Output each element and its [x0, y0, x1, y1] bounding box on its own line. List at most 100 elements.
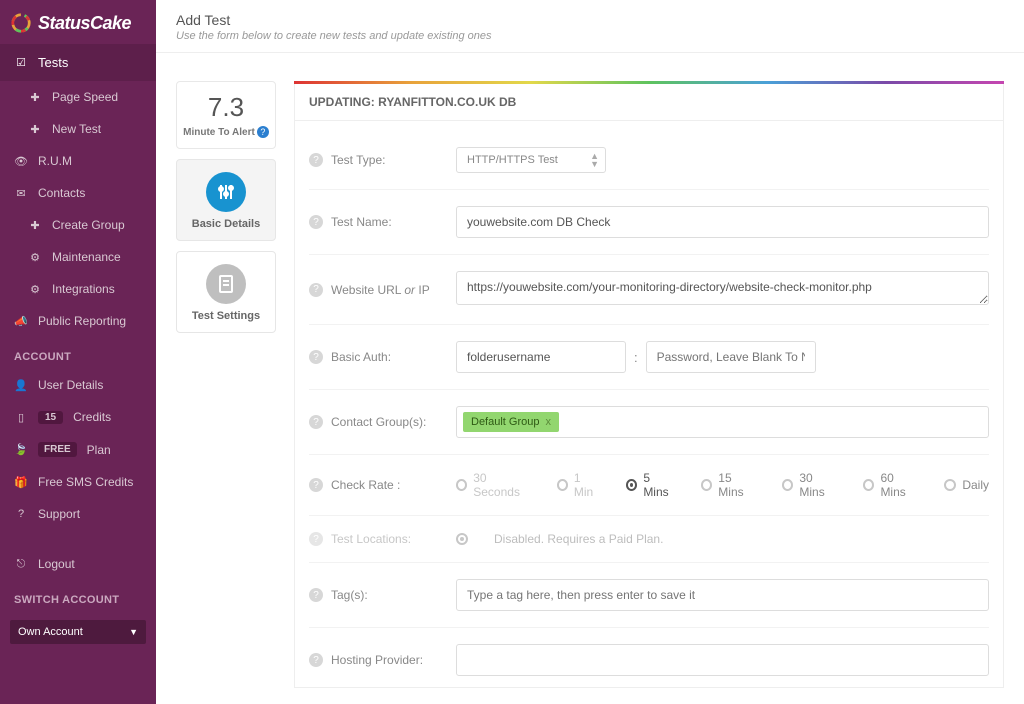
page-title: Add Test: [176, 12, 1004, 28]
help-icon[interactable]: ?: [309, 283, 323, 297]
rate-15-mins[interactable]: 15 Mins: [701, 471, 756, 499]
minute-to-alert-card: 7.3 Minute To Alert?: [176, 81, 276, 149]
row-check-rate: ? Check Rate : 30 Seconds 1 Min 5 Mins 1…: [309, 455, 989, 516]
nav-label: User Details: [38, 378, 103, 392]
rate-5-mins[interactable]: 5 Mins: [626, 471, 675, 499]
wizard-column: 7.3 Minute To Alert? Basic Details Test …: [176, 81, 276, 688]
section-switch: SWITCH ACCOUNT: [0, 580, 156, 612]
tags-input[interactable]: [456, 579, 989, 611]
label-tags: Tag(s):: [331, 588, 456, 602]
help-icon[interactable]: ?: [309, 653, 323, 667]
nav-free-sms[interactable]: 🎁 Free SMS Credits: [0, 466, 156, 498]
radio-icon: [863, 479, 874, 491]
nav-label: Credits: [73, 410, 111, 424]
help-icon[interactable]: ?: [309, 588, 323, 602]
contact-groups-input[interactable]: Default Groupx: [456, 406, 989, 438]
nav-public-reporting[interactable]: 📣Public Reporting: [0, 305, 156, 337]
nav-label: Logout: [38, 557, 75, 571]
row-hosting-provider: ? Hosting Provider:: [309, 628, 989, 688]
help-icon[interactable]: ?: [309, 478, 323, 492]
alert-label: Minute To Alert: [183, 127, 255, 138]
help-icon[interactable]: ?: [309, 415, 323, 429]
plus-icon: ✚: [28, 122, 42, 136]
nav-logout[interactable]: ⎋ Logout: [0, 548, 156, 580]
alert-value: 7.3: [183, 92, 269, 123]
nav-label: Support: [38, 507, 80, 521]
page-header: Add Test Use the form below to create ne…: [156, 0, 1024, 53]
switch-account-select[interactable]: Own Account▼: [10, 620, 146, 644]
rate-daily[interactable]: Daily: [944, 478, 989, 492]
auth-colon: :: [634, 350, 638, 365]
nav-contacts[interactable]: ✉ Contacts: [0, 177, 156, 209]
radio-label: 30 Mins: [799, 471, 837, 499]
help-icon[interactable]: ?: [309, 350, 323, 364]
brand-logo[interactable]: StatusCake: [0, 0, 156, 44]
nav-label: New Test: [52, 122, 101, 136]
nav-plan[interactable]: 🍃FREEPlan: [0, 433, 156, 466]
nav-label: Free SMS Credits: [38, 475, 133, 489]
device-icon: ▯: [14, 410, 28, 424]
nav-label: Create Group: [52, 218, 125, 232]
nav-page-speed[interactable]: ✚Page Speed: [0, 81, 156, 113]
test-name-input[interactable]: [456, 206, 989, 238]
auth-user-input[interactable]: [456, 341, 626, 373]
rate-1-min: 1 Min: [557, 471, 600, 499]
radio-icon: [557, 479, 568, 491]
radio-icon: [456, 479, 467, 491]
label-test-name: Test Name:: [331, 215, 456, 229]
row-test-name: ? Test Name:: [309, 190, 989, 255]
radio-icon: [701, 479, 712, 491]
nav-label: Plan: [87, 443, 111, 457]
nav-label: Contacts: [38, 186, 85, 200]
test-type-select[interactable]: HTTP/HTTPS Test ▲▼: [456, 147, 606, 173]
panel-heading: UPDATING: RYANFITTON.CO.UK DB: [294, 84, 1004, 121]
radio-label: 15 Mins: [718, 471, 756, 499]
check-icon: ☑: [14, 56, 28, 70]
main: Add Test Use the form below to create ne…: [156, 0, 1024, 704]
website-url-input[interactable]: <span></span>: [456, 271, 989, 305]
credits-badge: 15: [38, 411, 63, 424]
nav-new-test[interactable]: ✚ New Test: [0, 113, 156, 145]
nav-tests[interactable]: ☑ Tests: [0, 44, 156, 81]
step-label: Basic Details: [181, 218, 271, 230]
nav-label: Maintenance: [52, 250, 121, 264]
radio-icon: [944, 479, 956, 491]
radio-label: Daily: [962, 478, 989, 492]
contact-group-chip[interactable]: Default Groupx: [463, 412, 559, 432]
info-icon[interactable]: ?: [257, 126, 269, 138]
nav-maintenance[interactable]: ⚙Maintenance: [0, 241, 156, 273]
help-icon[interactable]: ?: [309, 153, 323, 167]
hosting-input[interactable]: [456, 644, 989, 676]
rate-60-mins[interactable]: 60 Mins: [863, 471, 918, 499]
nav-integrations[interactable]: ⚙Integrations: [0, 273, 156, 305]
nav-label: Page Speed: [52, 90, 118, 104]
nav-label: Tests: [38, 55, 68, 70]
label-basic-auth: Basic Auth:: [331, 350, 456, 364]
logout-icon: ⎋: [14, 557, 28, 571]
radio-label: 30 Seconds: [473, 471, 530, 499]
nav-create-group[interactable]: ✚Create Group: [0, 209, 156, 241]
gift-icon: 🎁: [14, 475, 28, 489]
chip-remove-icon[interactable]: x: [545, 416, 551, 428]
logo-icon: [10, 12, 32, 34]
form-panel: UPDATING: RYANFITTON.CO.UK DB ? Test Typ…: [294, 81, 1004, 688]
nav-credits[interactable]: ▯ 15 Credits: [0, 401, 156, 433]
envelope-icon: ✉: [14, 186, 28, 200]
auth-pass-input[interactable]: [646, 341, 816, 373]
nav-user-details[interactable]: 👤 User Details: [0, 369, 156, 401]
heading-name: RYANFITTON.CO.UK DB: [378, 95, 516, 109]
document-icon: [206, 264, 246, 304]
user-icon: 👤: [14, 378, 28, 392]
radio-icon: [456, 533, 468, 545]
nav-support[interactable]: ?Support: [0, 498, 156, 530]
row-contact-groups: ? Contact Group(s): Default Groupx: [309, 390, 989, 455]
step-basic-details[interactable]: Basic Details: [176, 159, 276, 241]
nav-rum[interactable]: 👁R.U.M: [0, 145, 156, 177]
step-test-settings[interactable]: Test Settings: [176, 251, 276, 333]
radio-label: 1 Min: [574, 471, 600, 499]
sliders-icon: [206, 172, 246, 212]
row-website-url: ? Website URL or IP <span></span>: [309, 255, 989, 325]
sidebar: StatusCake ☑Tests ✚Page Speed ✚New Test …: [0, 0, 156, 704]
help-icon[interactable]: ?: [309, 215, 323, 229]
rate-30-mins[interactable]: 30 Mins: [782, 471, 837, 499]
